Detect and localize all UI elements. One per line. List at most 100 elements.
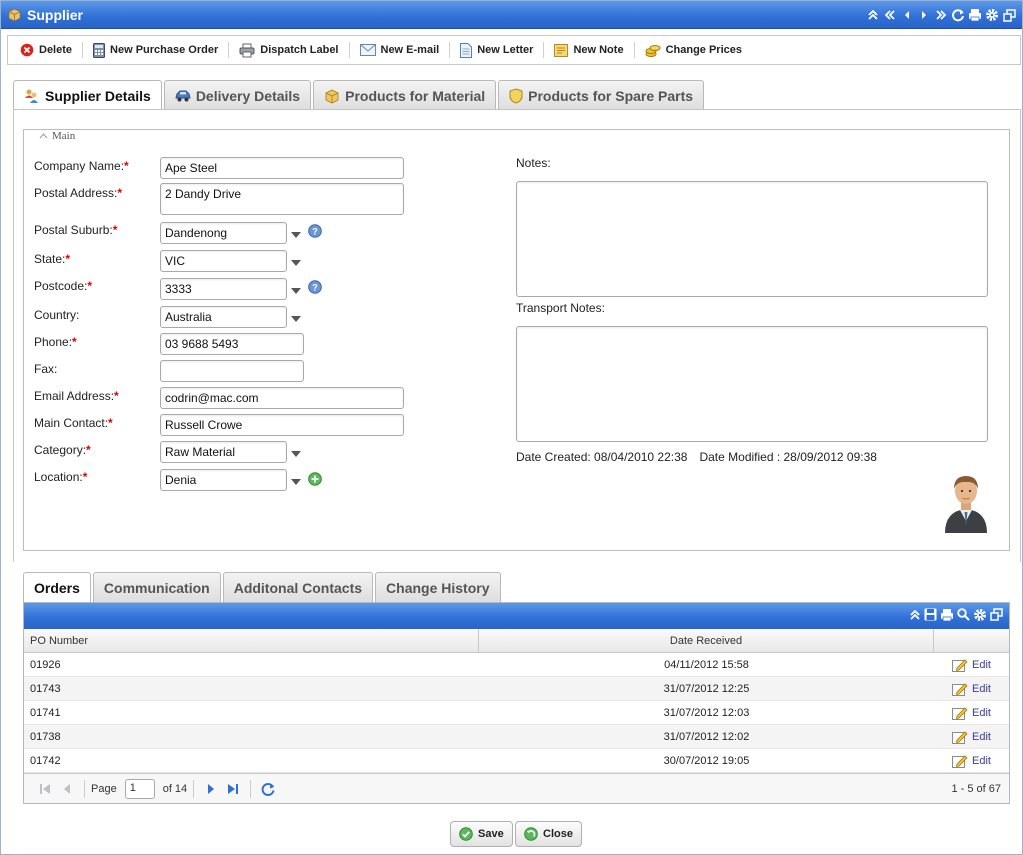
- last-page-icon[interactable]: [222, 779, 244, 799]
- chevron-down-icon[interactable]: [290, 259, 302, 267]
- undo-icon: [524, 827, 538, 841]
- tab-label: Products for Material: [345, 87, 486, 104]
- help-icon[interactable]: ?: [308, 224, 322, 238]
- notes-label: Notes:: [516, 156, 551, 170]
- contact-avatar-icon: [945, 476, 987, 533]
- tab-products-for-material[interactable]: Products for Material: [313, 80, 497, 110]
- envelope-icon: [359, 44, 376, 56]
- company-name-input[interactable]: Ape Steel: [160, 157, 404, 179]
- restore-window-icon[interactable]: [1002, 7, 1016, 23]
- save-button[interactable]: Save: [450, 821, 513, 847]
- country-label: Country:: [34, 308, 80, 322]
- new-purchase-order-label: New Purchase Order: [110, 44, 219, 56]
- tab-communication[interactable]: Communication: [92, 572, 221, 602]
- tab-supplier-details[interactable]: Supplier Details: [13, 80, 162, 111]
- postal-suburb-select[interactable]: Dandenong: [160, 222, 287, 244]
- tab-additional-contacts[interactable]: Additonal Contacts: [222, 572, 374, 602]
- refresh-icon[interactable]: [951, 7, 965, 23]
- collapse-up-icon[interactable]: [909, 609, 921, 624]
- category-select[interactable]: Raw Material: [160, 441, 287, 463]
- main-contact-input[interactable]: Russell Crowe: [160, 414, 404, 436]
- edit-label: Edit: [972, 754, 991, 767]
- gear-icon[interactable]: [973, 608, 987, 625]
- first-record-icon[interactable]: [883, 7, 897, 23]
- next-page-icon[interactable]: [200, 779, 222, 799]
- tab-delivery-details[interactable]: Delivery Details: [163, 80, 312, 110]
- edit-link[interactable]: Edit: [934, 658, 1009, 672]
- required-mark: *: [108, 416, 113, 430]
- edit-link[interactable]: Edit: [934, 730, 1009, 744]
- help-icon[interactable]: ?: [308, 280, 322, 294]
- previous-page-icon[interactable]: [56, 779, 78, 799]
- tab-orders[interactable]: Orders: [23, 572, 91, 602]
- restore-window-icon[interactable]: [990, 608, 1003, 624]
- date-created: Date Created: 08/04/2010 22:38: [516, 450, 688, 464]
- next-record-icon[interactable]: [917, 7, 931, 23]
- chevron-down-icon[interactable]: [290, 287, 302, 295]
- new-email-label: New E-mail: [380, 44, 440, 56]
- column-header-actions: [934, 629, 1009, 652]
- table-row[interactable]: 01926 04/11/2012 15:58 Edit: [24, 653, 1009, 677]
- svg-text:?: ?: [312, 283, 318, 293]
- last-record-icon[interactable]: [934, 7, 948, 23]
- save-icon[interactable]: [924, 608, 937, 624]
- print-icon[interactable]: [940, 608, 954, 625]
- new-email-button[interactable]: New E-mail: [356, 39, 444, 61]
- chevron-down-icon[interactable]: [290, 450, 302, 458]
- document-icon: [460, 42, 473, 58]
- coins-icon: [645, 44, 661, 57]
- page-number-input[interactable]: 1: [124, 778, 155, 799]
- postal-address-input[interactable]: 2 Dandy Drive: [160, 183, 404, 215]
- section-legend[interactable]: Main: [35, 130, 80, 142]
- postcode-select[interactable]: 3333: [160, 278, 287, 300]
- location-select[interactable]: Denia: [160, 469, 287, 491]
- edit-link[interactable]: Edit: [934, 754, 1009, 768]
- new-purchase-order-button[interactable]: New Purchase Order: [89, 39, 222, 61]
- collapse-up-icon[interactable]: [866, 7, 880, 23]
- required-mark: *: [65, 252, 71, 266]
- column-header-date-received[interactable]: Date Received: [479, 629, 934, 652]
- previous-record-icon[interactable]: [900, 7, 914, 23]
- shield-icon: [509, 87, 523, 104]
- dispatch-label-button[interactable]: Dispatch Label: [235, 39, 342, 61]
- box-icon: [325, 89, 339, 103]
- add-icon[interactable]: [308, 472, 322, 486]
- table-row[interactable]: 01738 31/07/2012 12:02 Edit: [24, 725, 1009, 749]
- toolbar-separator: [348, 42, 350, 58]
- company-name-label: Company Name:*: [34, 159, 129, 173]
- first-page-icon[interactable]: [34, 779, 56, 799]
- edit-link[interactable]: Edit: [934, 706, 1009, 720]
- legend-label: Main: [52, 130, 76, 142]
- country-select[interactable]: Australia: [160, 306, 287, 328]
- change-prices-button[interactable]: Change Prices: [641, 39, 746, 61]
- refresh-icon[interactable]: [257, 779, 279, 799]
- chevron-down-icon[interactable]: [290, 315, 302, 323]
- delete-button[interactable]: Delete: [16, 39, 76, 61]
- state-select[interactable]: VIC: [160, 250, 287, 272]
- edit-link[interactable]: Edit: [934, 682, 1009, 696]
- fax-input[interactable]: [160, 360, 304, 382]
- tab-change-history[interactable]: Change History: [375, 572, 501, 602]
- gear-icon[interactable]: [985, 7, 999, 23]
- table-row[interactable]: 01742 30/07/2012 19:05 Edit: [24, 749, 1009, 773]
- chevron-down-icon[interactable]: [290, 231, 302, 239]
- table-row[interactable]: 01741 31/07/2012 12:03 Edit: [24, 701, 1009, 725]
- toolbar: Delete New Purchase Order Dispatch Label…: [7, 35, 1021, 65]
- column-header-po-number[interactable]: PO Number: [24, 629, 479, 652]
- phone-input[interactable]: 03 9688 5493: [160, 333, 304, 355]
- toolbar-separator: [82, 42, 84, 58]
- record-dates: Date Created: 08/04/2010 22:38 Date Modi…: [516, 450, 877, 464]
- search-icon[interactable]: [957, 608, 970, 624]
- edit-label: Edit: [972, 730, 991, 743]
- print-icon[interactable]: [968, 7, 982, 23]
- new-letter-button[interactable]: New Letter: [456, 39, 537, 61]
- close-button[interactable]: Close: [515, 821, 582, 847]
- chevron-down-icon[interactable]: [290, 478, 302, 486]
- tab-products-for-spare-parts[interactable]: Products for Spare Parts: [498, 80, 705, 110]
- email-input[interactable]: codrin@mac.com: [160, 387, 404, 409]
- notes-textarea[interactable]: [516, 181, 988, 297]
- new-note-button[interactable]: New Note: [550, 39, 627, 61]
- required-mark: *: [117, 186, 123, 200]
- table-row[interactable]: 01743 31/07/2012 12:25 Edit: [24, 677, 1009, 701]
- transport-notes-textarea[interactable]: [516, 326, 988, 442]
